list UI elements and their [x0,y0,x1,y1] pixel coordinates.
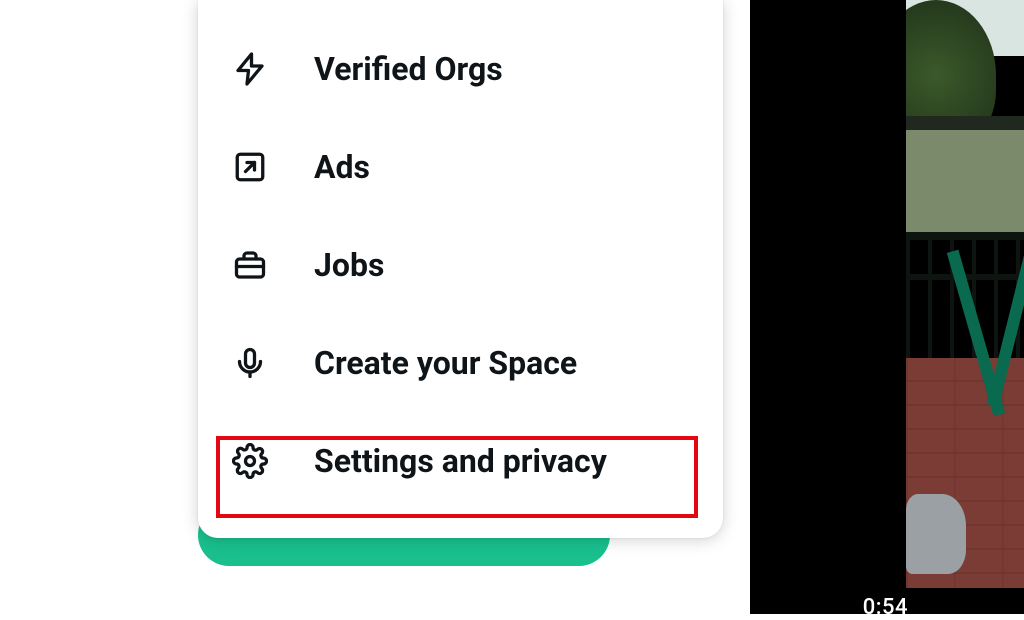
gear-icon [232,443,314,479]
menu-item-jobs[interactable]: Jobs [198,216,723,314]
menu-item-verified-orgs[interactable]: Verified Orgs [198,20,723,118]
menu-item-label: Ads [314,148,370,186]
arrow-out-square-icon [232,149,314,185]
more-menu: Verified Orgs Ads Jobs [198,0,723,538]
menu-item-label: Create your Space [314,344,577,382]
video-timecode: 0:54 [863,595,908,620]
menu-item-ads[interactable]: Ads [198,118,723,216]
briefcase-icon [232,247,314,283]
menu-item-label: Jobs [314,246,384,284]
menu-item-create-space[interactable]: Create your Space [198,314,723,412]
menu-item-label: Verified Orgs [314,50,503,88]
video-thumbnail[interactable] [906,0,1024,614]
video-sidebar: 0:54 [750,0,1024,614]
lightning-icon [232,51,314,87]
menu-item-settings-privacy[interactable]: Settings and privacy [198,412,723,510]
microphone-icon [232,345,314,381]
menu-item-label: Settings and privacy [314,442,607,480]
